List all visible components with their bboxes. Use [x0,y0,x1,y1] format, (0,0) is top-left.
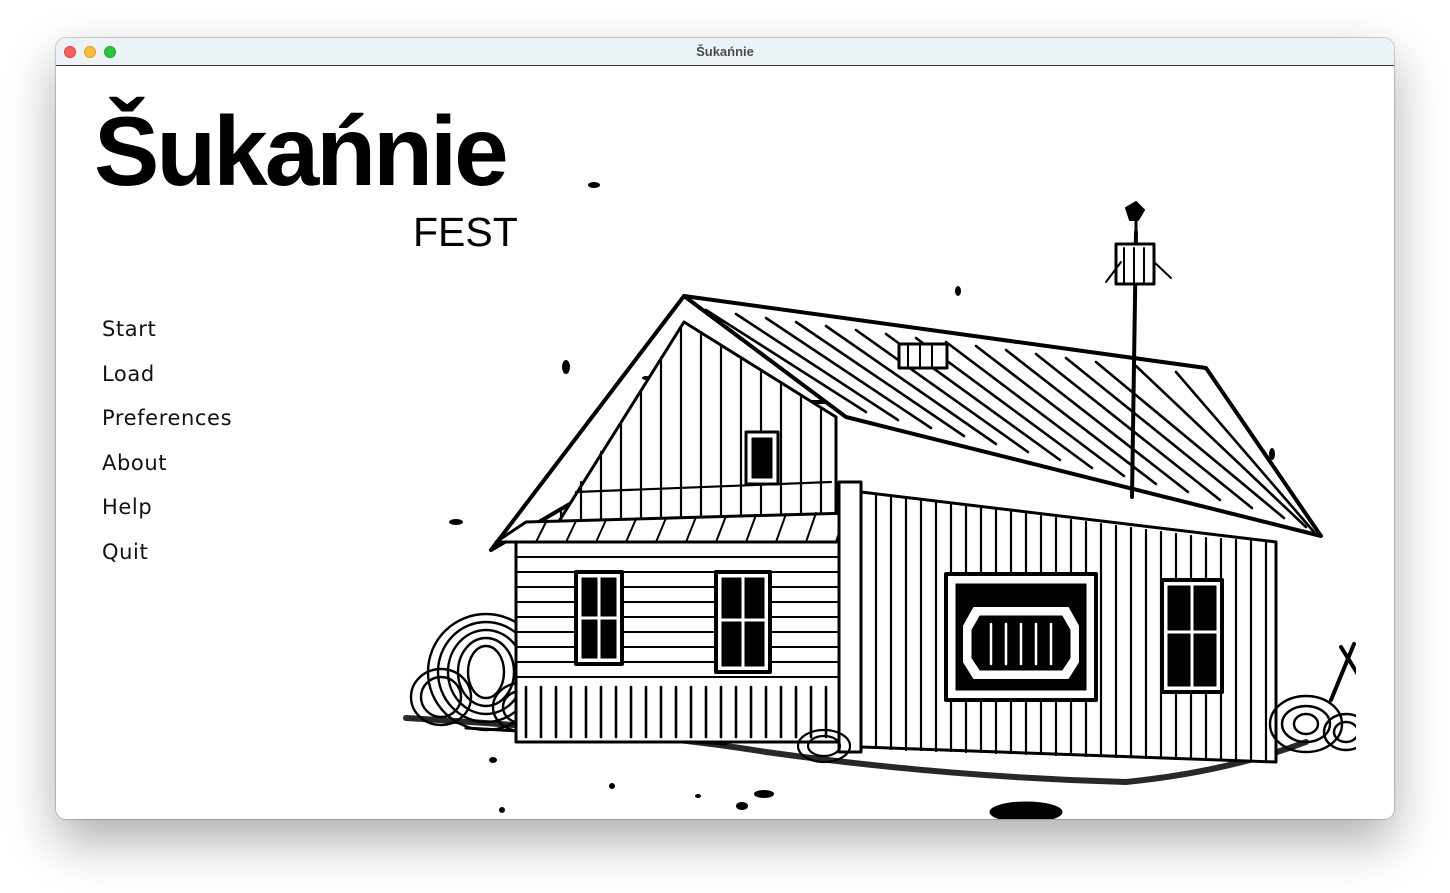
menu-item-about[interactable]: About [102,451,232,496]
menu-item-help[interactable]: Help [102,495,232,540]
window-title: Šukańnie [696,44,754,59]
menu-item-quit[interactable]: Quit [102,540,232,585]
menu-item-start[interactable]: Start [102,317,232,362]
title-bar: Šukańnie [56,38,1394,66]
app-window: Šukańnie Šukańnie FEST Start Load Prefer… [56,38,1394,819]
menu-item-load[interactable]: Load [102,362,232,407]
game-logo-title: Šukańnie [94,96,509,206]
main-menu-screen: Šukańnie FEST Start Load Preferences Abo… [56,66,1394,819]
main-menu: Start Load Preferences About Help Quit [102,317,232,584]
game-logo-subtitle: FEST [413,209,518,255]
menu-item-preferences[interactable]: Preferences [102,406,232,451]
